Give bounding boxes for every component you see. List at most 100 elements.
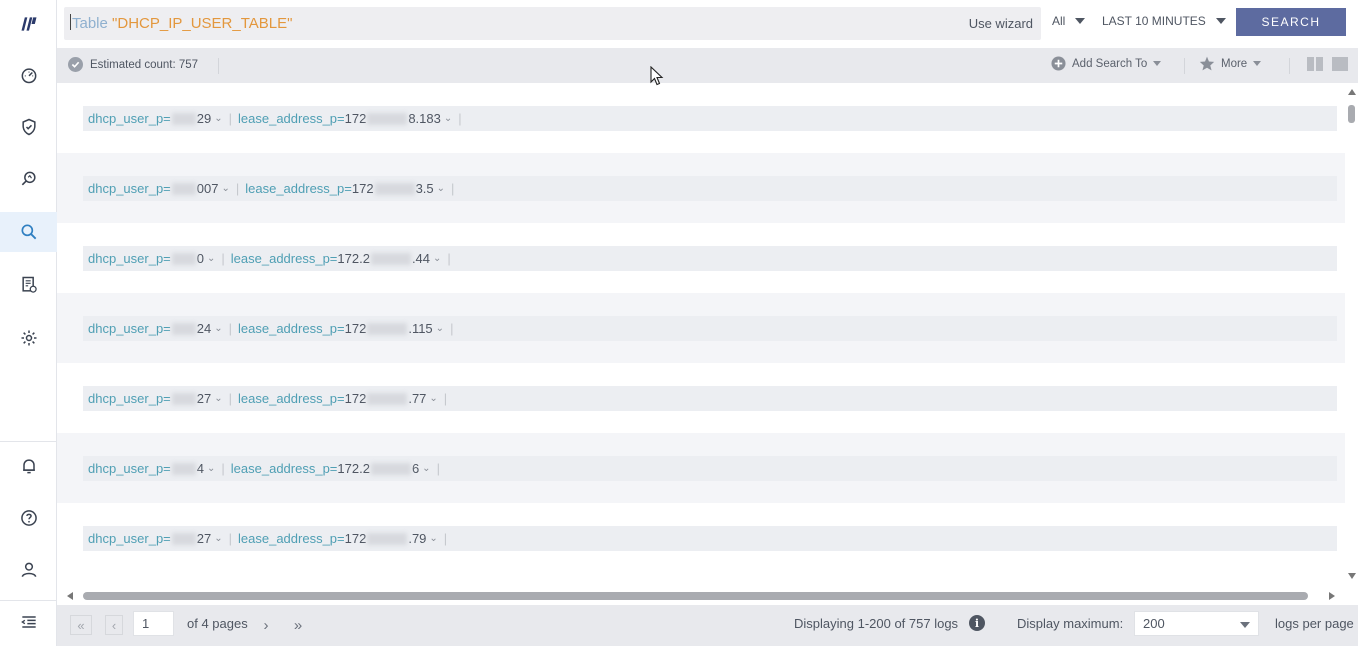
field-key-lease-address[interactable]: lease_address_p= [245, 181, 352, 196]
field-key-lease-address[interactable]: lease_address_p= [231, 461, 338, 476]
info-icon[interactable]: i [969, 615, 985, 631]
scroll-up-arrow-icon[interactable] [1348, 89, 1356, 95]
field-value-lease-prefix[interactable]: 172 [345, 321, 367, 336]
chevron-down-icon[interactable]: ⌄ [221, 183, 229, 194]
collapse-menu-icon[interactable] [0, 602, 57, 642]
display-maximum-value: 200 [1143, 616, 1165, 631]
prev-page-icon[interactable]: ‹ [105, 615, 123, 635]
use-wizard-link[interactable]: Use wizard [969, 16, 1033, 31]
field-value-lease-suffix[interactable]: 8.183 [408, 111, 441, 126]
time-range-dropdown[interactable]: LAST 10 MINUTES [1102, 14, 1226, 28]
table-row[interactable]: dhcp_user_p= 4 ⌄ | lease_address_p= 172.2 6 ⌄ | [57, 433, 1345, 503]
single-view-icon[interactable] [1332, 57, 1348, 71]
field-key-dhcp-user[interactable]: dhcp_user_p= [88, 321, 171, 336]
chevron-down-icon[interactable]: ⌄ [214, 113, 222, 124]
chevron-down-icon[interactable]: ⌄ [437, 183, 445, 194]
chevron-down-icon[interactable]: ⌄ [214, 393, 222, 404]
page-count-label: of 4 pages [187, 616, 248, 631]
next-page-icon[interactable]: › [256, 615, 276, 635]
field-key-lease-address[interactable]: lease_address_p= [231, 251, 338, 266]
field-key-lease-address[interactable]: lease_address_p= [238, 531, 345, 546]
field-value-lease-prefix[interactable]: 172.2 [337, 251, 370, 266]
query-text[interactable]: Table "DHCP_IP_USER_TABLE" [70, 14, 292, 32]
field-value-lease-suffix[interactable]: .115 [408, 321, 432, 336]
logo-icon[interactable] [0, 4, 57, 44]
shield-icon[interactable] [0, 107, 57, 147]
settings-icon[interactable] [0, 318, 57, 358]
table-row[interactable]: dhcp_user_p= 24 ⌄ | lease_address_p= 172.115 ⌄… [57, 293, 1345, 363]
field-key-dhcp-user[interactable]: dhcp_user_p= [88, 251, 171, 266]
chevron-down-icon[interactable]: ⌄ [207, 253, 215, 264]
investigate-icon[interactable] [0, 159, 57, 199]
table-row[interactable]: dhcp_user_p= 0 ⌄ | lease_address_p= 172.2.44 ⌄… [57, 223, 1345, 293]
help-icon[interactable] [0, 498, 57, 538]
field-key-lease-address[interactable]: lease_address_p= [238, 111, 345, 126]
chevron-down-icon[interactable]: ⌄ [429, 533, 437, 544]
field-value-lease-suffix[interactable]: .44 [412, 251, 430, 266]
field-key-lease-address[interactable]: lease_address_p= [238, 391, 345, 406]
table-row[interactable]: dhcp_user_p= 27 ⌄ | lease_address_p= 172.77 ⌄ | [57, 363, 1345, 433]
page-number-input[interactable] [133, 611, 174, 636]
field-value-dhcp-user[interactable]: 27 [197, 391, 211, 406]
field-key-dhcp-user[interactable]: dhcp_user_p= [88, 181, 171, 196]
more-button[interactable]: More [1199, 56, 1262, 71]
field-key-dhcp-user[interactable]: dhcp_user_p= [88, 531, 171, 546]
search-button[interactable]: SEARCH [1236, 8, 1346, 36]
chevron-down-icon[interactable]: ⌄ [444, 113, 452, 124]
add-search-to-button[interactable]: Add Search To [1051, 56, 1162, 71]
text-caret [70, 14, 71, 30]
estimated-count-text: Estimated count: 757 [90, 58, 199, 71]
field-separator: | [221, 461, 225, 476]
field-value-dhcp-user[interactable]: 29 [197, 111, 211, 126]
chevron-down-icon[interactable]: ⌄ [207, 463, 215, 474]
field-value-lease-prefix[interactable]: 172 [352, 181, 374, 196]
field-value-lease-prefix[interactable]: 172 [345, 391, 367, 406]
scroll-left-arrow-icon[interactable] [67, 592, 73, 600]
field-value-lease-suffix[interactable]: .79 [408, 531, 426, 546]
scroll-thumb[interactable] [83, 592, 1308, 600]
first-page-icon[interactable]: « [70, 615, 92, 635]
table-row[interactable]: dhcp_user_p= 29 ⌄ | lease_address_p= 172 8.183… [57, 83, 1345, 153]
user-icon[interactable] [0, 550, 57, 590]
table-row[interactable]: dhcp_user_p= 007 ⌄ | lease_address_p= 172 3.5 ⌄… [57, 153, 1345, 223]
scroll-thumb[interactable] [1348, 105, 1355, 123]
chevron-down-icon[interactable]: ⌄ [429, 393, 437, 404]
horizontal-scrollbar[interactable] [57, 588, 1345, 605]
split-view-icon[interactable] [1307, 57, 1323, 71]
display-maximum-select[interactable]: 200 [1134, 611, 1259, 636]
chevron-down-icon[interactable]: ⌄ [422, 463, 430, 474]
field-value-dhcp-user[interactable]: 24 [197, 321, 211, 336]
query-input[interactable]: Table "DHCP_IP_USER_TABLE" Use wizard [64, 7, 1041, 40]
chevron-down-icon[interactable]: ⌄ [214, 323, 222, 334]
search-icon[interactable] [0, 212, 57, 252]
field-value-lease-suffix[interactable]: .77 [408, 391, 426, 406]
field-value-lease-prefix[interactable]: 172.2 [337, 461, 370, 476]
field-value-lease-suffix[interactable]: 6 [412, 461, 419, 476]
dashboard-icon[interactable] [0, 55, 57, 95]
field-value-dhcp-user[interactable]: 0 [197, 251, 204, 266]
field-key-dhcp-user[interactable]: dhcp_user_p= [88, 111, 171, 126]
row-fields: dhcp_user_p= 27 ⌄ | lease_address_p= 172.77 ⌄ | [83, 386, 1337, 411]
field-value-dhcp-user[interactable]: 27 [197, 531, 211, 546]
field-key-lease-address[interactable]: lease_address_p= [238, 321, 345, 336]
field-value-dhcp-user[interactable]: 4 [197, 461, 204, 476]
scope-dropdown[interactable]: All [1052, 14, 1086, 28]
report-icon[interactable] [0, 265, 57, 305]
chevron-down-icon[interactable]: ⌄ [436, 323, 444, 334]
field-key-dhcp-user[interactable]: dhcp_user_p= [88, 461, 171, 476]
pagination-bar: « ‹ of 4 pages › » Displaying 1-200 of 7… [57, 605, 1358, 646]
chevron-down-icon[interactable]: ⌄ [433, 253, 441, 264]
field-value-lease-prefix[interactable]: 172 [345, 111, 367, 126]
field-value-lease-prefix[interactable]: 172 [345, 531, 367, 546]
field-key-dhcp-user[interactable]: dhcp_user_p= [88, 391, 171, 406]
chevron-down-icon[interactable]: ⌄ [214, 533, 222, 544]
scroll-down-arrow-icon[interactable] [1348, 573, 1356, 579]
table-row[interactable]: dhcp_user_p= 27 ⌄ | lease_address_p= 172.79 ⌄ | [57, 503, 1345, 573]
last-page-icon[interactable]: » [288, 615, 308, 635]
field-value-dhcp-user[interactable]: 007 [197, 181, 219, 196]
field-separator: | [235, 181, 240, 196]
vertical-scrollbar[interactable] [1345, 83, 1358, 588]
field-value-lease-suffix[interactable]: 3.5 [416, 181, 434, 196]
bell-icon[interactable] [0, 446, 57, 486]
scroll-right-arrow-icon[interactable] [1329, 592, 1335, 600]
